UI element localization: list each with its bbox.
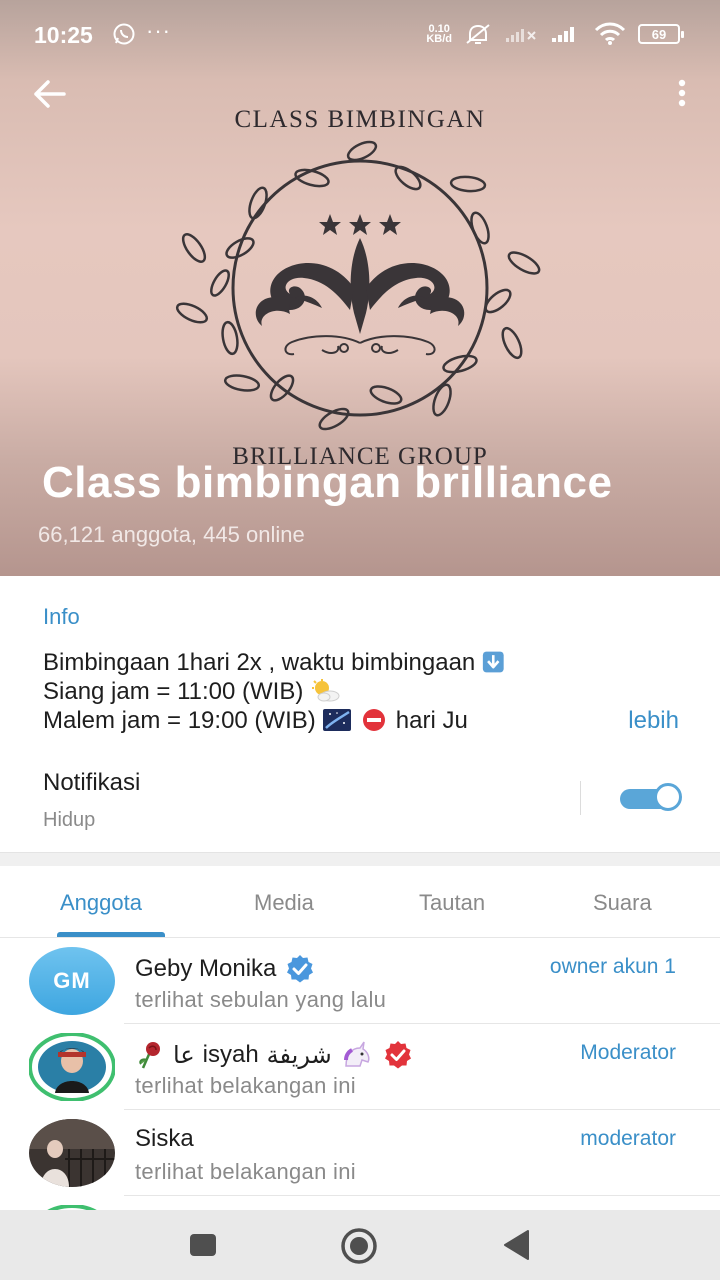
down-arrow-emoji-icon (482, 651, 504, 673)
logo-top-text: CLASS BIMBINGAN (234, 106, 486, 133)
alarm-off-icon (466, 24, 490, 44)
description-line-2: Siang jam = 11:00 (WIB) (43, 677, 693, 706)
verified-red-icon (384, 1041, 411, 1069)
media-tabs: Anggota Media Tautan Suara (0, 866, 720, 938)
info-section: Info Bimbingaan 1hari 2x , waktu bimbing… (0, 576, 720, 852)
sun-cloud-emoji-icon (312, 679, 340, 702)
system-navigation-bar (0, 1210, 720, 1280)
description-line-3: Malem jam = 19:00 (WIB) hari Ju lebih (43, 706, 679, 735)
member-row[interactable]: عا isyah شريفة terlihat belakangan ini Mo… (0, 1024, 720, 1110)
notification-toggle[interactable] (618, 783, 682, 811)
group-member-count: 66,121 anggota, 445 online (38, 522, 305, 547)
group-header: 10:25 ··· 0.10 KB/d 69 CLASS BIMBINGAN B… (0, 0, 720, 576)
network-speed: 0.10 KB/d (426, 23, 452, 45)
tab-suara[interactable]: Suara (593, 890, 652, 916)
active-tab-indicator (57, 932, 165, 937)
group-title: Class bimbingan brilliance (42, 458, 613, 507)
home-icon[interactable] (340, 1227, 378, 1265)
back-triangle-icon[interactable] (502, 1229, 530, 1261)
member-last-seen: terlihat sebulan yang lalu (135, 987, 387, 1012)
member-name: Siska (135, 1125, 194, 1152)
section-separator (0, 852, 720, 866)
notification-title[interactable]: Notifikasi (43, 769, 140, 797)
night-sky-emoji-icon (323, 709, 352, 731)
read-more-link[interactable]: lebih (588, 706, 679, 735)
info-description[interactable]: Bimbingaan 1hari 2x , waktu bimbingaan S… (43, 648, 693, 735)
avatar (29, 1119, 115, 1187)
member-last-seen: terlihat belakangan ini (135, 1073, 356, 1098)
member-role: Moderator (580, 1041, 676, 1064)
notification-status: Hidup (43, 809, 96, 831)
notification-divider (580, 781, 581, 815)
tab-tautan[interactable]: Tautan (419, 890, 485, 916)
verified-blue-icon (287, 955, 314, 983)
unicorn-emoji-icon (343, 1041, 370, 1067)
member-role: moderator (580, 1127, 676, 1150)
member-row[interactable]: Siska terlihat belakangan ini moderator (0, 1110, 720, 1196)
signal-sim1-icon (552, 27, 574, 42)
toggle-knob (654, 783, 682, 811)
group-logo-emblem (175, 140, 541, 431)
member-row-partial[interactable] (0, 1196, 720, 1210)
no-entry-emoji-icon (363, 709, 386, 731)
avatar: GM (29, 947, 115, 1015)
member-role: owner akun 1 (549, 955, 676, 978)
status-icons: 0.10 KB/d 69 (426, 22, 684, 46)
info-label: Info (43, 604, 80, 629)
wifi-icon (594, 22, 626, 45)
member-last-seen: terlihat belakangan ini (135, 1159, 356, 1184)
recent-apps-icon[interactable] (190, 1234, 216, 1256)
status-time: 10:25 (34, 22, 93, 48)
tab-anggota[interactable]: Anggota (60, 890, 142, 916)
wilted-rose-emoji-icon (139, 1042, 160, 1069)
more-notifications-icon: ··· (146, 18, 171, 43)
tab-media[interactable]: Media (254, 890, 314, 916)
member-name: عا isyah شريفة (135, 1039, 414, 1071)
signal-sim2-icon (506, 29, 536, 42)
status-bar: 10:25 ··· 0.10 KB/d 69 (0, 0, 720, 70)
avatar (29, 1033, 115, 1101)
whatsapp-icon (113, 23, 135, 45)
member-list: GM Geby Monika terlihat sebulan yang lal… (0, 938, 720, 1210)
member-row[interactable]: GM Geby Monika terlihat sebulan yang lal… (0, 938, 720, 1024)
battery-indicator: 69 (638, 24, 684, 44)
member-name: Geby Monika (135, 953, 316, 985)
description-line-1: Bimbingaan 1hari 2x , waktu bimbingaan (43, 648, 693, 677)
